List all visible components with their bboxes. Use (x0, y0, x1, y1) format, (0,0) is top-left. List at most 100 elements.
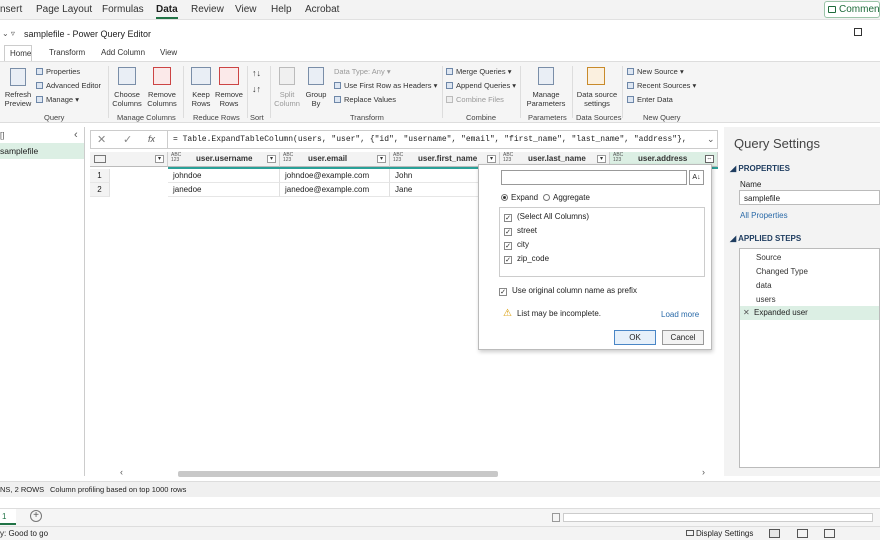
scrollbar-thumb[interactable] (178, 471, 498, 477)
group-reduce-rows-label: Reduce Rows (193, 113, 240, 122)
prefix-checkbox[interactable]: ✓ Use original column name as prefix (499, 286, 637, 296)
cancel-formula-icon[interactable]: ✕ (97, 133, 106, 146)
add-sheet-icon[interactable]: + (30, 510, 42, 522)
step-item[interactable]: data (756, 281, 772, 290)
table-cell[interactable]: johndoe (168, 169, 280, 183)
tab-help[interactable]: Help (271, 4, 292, 15)
tab-insert[interactable]: nsert (0, 4, 22, 15)
step-item-selected[interactable]: ✕ Expanded user (740, 306, 879, 320)
manage-button[interactable]: Manage ▾ (36, 95, 79, 104)
table-cell[interactable]: janedoe (168, 183, 280, 197)
tab-transform[interactable]: Transform (49, 48, 85, 57)
row-count-status: NS, 2 ROWS (0, 485, 45, 494)
sort-az-icon[interactable]: A↓ (689, 170, 704, 185)
column-search-input[interactable] (501, 170, 687, 185)
expand-formula-icon[interactable]: ⌄ (707, 134, 715, 145)
ok-button[interactable]: OK (614, 330, 656, 345)
enter-data-button[interactable]: Enter Data (627, 95, 673, 104)
expand-radio[interactable]: Expand (501, 193, 538, 202)
all-properties-link[interactable]: All Properties (740, 211, 788, 220)
sort-descending-icon[interactable]: ↓↑ (252, 84, 261, 94)
collapse-pane-icon[interactable]: ‹ (74, 129, 78, 141)
tab-view[interactable]: View (235, 4, 257, 15)
formula-input[interactable]: = Table.ExpandTableColumn(users, "user",… (173, 135, 687, 144)
sheet-tab[interactable]: 1 (0, 509, 16, 525)
manage-parameters-button[interactable]: Manage Parameters (522, 90, 570, 108)
tab-page-layout[interactable]: Page Layout (36, 4, 92, 15)
scroll-right-icon[interactable]: › (702, 467, 705, 477)
column-checkbox-city[interactable]: ✓ city (504, 240, 529, 250)
delete-step-icon[interactable]: ✕ (743, 308, 750, 317)
tab-formulas[interactable]: Formulas (102, 4, 144, 15)
function-icon[interactable]: fx (148, 134, 155, 144)
column-header-email[interactable]: ABC 123 user.email ▾ (280, 152, 390, 167)
choose-columns-button[interactable]: Choose Columns (109, 90, 145, 108)
table-cell[interactable]: johndoe@example.com (280, 169, 390, 183)
row-number[interactable]: 2 (90, 183, 110, 197)
data-source-settings-button[interactable]: Data source settings (574, 90, 620, 108)
tab-acrobat[interactable]: Acrobat (305, 4, 339, 15)
replace-values-button[interactable]: Replace Values (334, 95, 396, 104)
scroll-handle[interactable] (552, 513, 560, 522)
advanced-editor-button[interactable]: Advanced Editor (36, 81, 101, 90)
remove-rows-button[interactable]: Remove Rows (212, 90, 246, 108)
query-settings-pane: Query Settings ◢ PROPERTIES Name samplef… (724, 127, 880, 476)
tab-add-column[interactable]: Add Column (101, 48, 145, 57)
pq-tabs: Home Transform Add Column View (0, 44, 880, 62)
load-more-link[interactable]: Load more (661, 310, 699, 319)
scroll-left-icon[interactable]: ‹ (120, 467, 123, 477)
maximize-icon[interactable] (854, 28, 862, 36)
confirm-formula-icon[interactable]: ✓ (123, 133, 132, 146)
column-header-username[interactable]: ABC 123 user.username ▾ (168, 152, 280, 167)
step-item[interactable]: Changed Type (756, 267, 808, 276)
table-corner[interactable]: ▾ (90, 152, 168, 167)
append-queries-button[interactable]: Append Queries ▾ (446, 81, 516, 90)
group-by-button[interactable]: Group By (300, 90, 332, 108)
table-cell[interactable]: janedoe@example.com (280, 183, 390, 197)
split-column-button[interactable]: Split Column (270, 90, 304, 108)
comments-button[interactable]: Commen (824, 1, 880, 18)
filter-dropdown-icon[interactable]: ▾ (377, 155, 386, 163)
divider (622, 66, 623, 118)
display-settings-button[interactable]: Display Settings (686, 529, 753, 538)
horizontal-scrollbar[interactable]: ‹ › (120, 467, 710, 478)
table-menu-icon[interactable]: ▾ (155, 155, 164, 163)
tab-home[interactable]: Home (4, 45, 32, 62)
cancel-button[interactable]: Cancel (662, 330, 704, 345)
first-row-headers-button[interactable]: Use First Row as Headers ▾ (334, 81, 437, 90)
column-checkbox-zip-code[interactable]: ✓ zip_code (504, 254, 549, 264)
expand-column-icon[interactable]: ⇔ (705, 155, 714, 163)
sort-ascending-icon[interactable]: ↑↓ (252, 68, 261, 78)
group-parameters-label: Parameters (528, 113, 567, 122)
step-item[interactable]: Source (756, 253, 781, 262)
recent-sources-button[interactable]: Recent Sources ▾ (627, 81, 696, 90)
profiling-status[interactable]: Column profiling based on top 1000 rows (50, 485, 186, 494)
filter-dropdown-icon[interactable]: ▾ (487, 155, 496, 163)
aggregate-radio[interactable]: Aggregate (543, 193, 590, 202)
page-layout-view-icon[interactable] (797, 529, 808, 538)
query-item-samplefile[interactable]: samplefile (0, 143, 84, 159)
tab-view-pq[interactable]: View (160, 48, 177, 57)
tab-data[interactable]: Data (156, 4, 178, 19)
normal-view-icon[interactable] (769, 529, 780, 538)
column-checkbox-street[interactable]: ✓ street (504, 226, 537, 236)
refresh-preview-button[interactable]: Refresh Preview (2, 90, 34, 108)
page-break-view-icon[interactable] (824, 529, 835, 538)
properties-button[interactable]: Properties (36, 67, 80, 76)
tab-review[interactable]: Review (191, 4, 224, 15)
checkbox-checked-icon: ✓ (504, 242, 512, 250)
new-source-button[interactable]: New Source ▾ (627, 67, 684, 76)
row-number[interactable]: 1 (90, 169, 110, 183)
filter-dropdown-icon[interactable]: ▾ (267, 155, 276, 163)
merge-queries-button[interactable]: Merge Queries ▾ (446, 67, 511, 76)
checkbox-checked-icon: ✓ (499, 288, 507, 296)
combine-files-button[interactable]: Combine Files (446, 95, 504, 104)
query-name-input[interactable]: samplefile (739, 190, 880, 205)
select-all-checkbox[interactable]: ✓ (Select All Columns) (504, 212, 589, 222)
sheet-horizontal-scrollbar[interactable] (563, 513, 873, 522)
quick-access-icon[interactable]: ⌄ ▿ (2, 29, 15, 38)
data-type-dropdown[interactable]: Data Type: Any ▾ (334, 67, 391, 76)
step-item[interactable]: users (756, 295, 776, 304)
filter-dropdown-icon[interactable]: ▾ (597, 155, 606, 163)
remove-columns-button[interactable]: Remove Columns (144, 90, 180, 108)
